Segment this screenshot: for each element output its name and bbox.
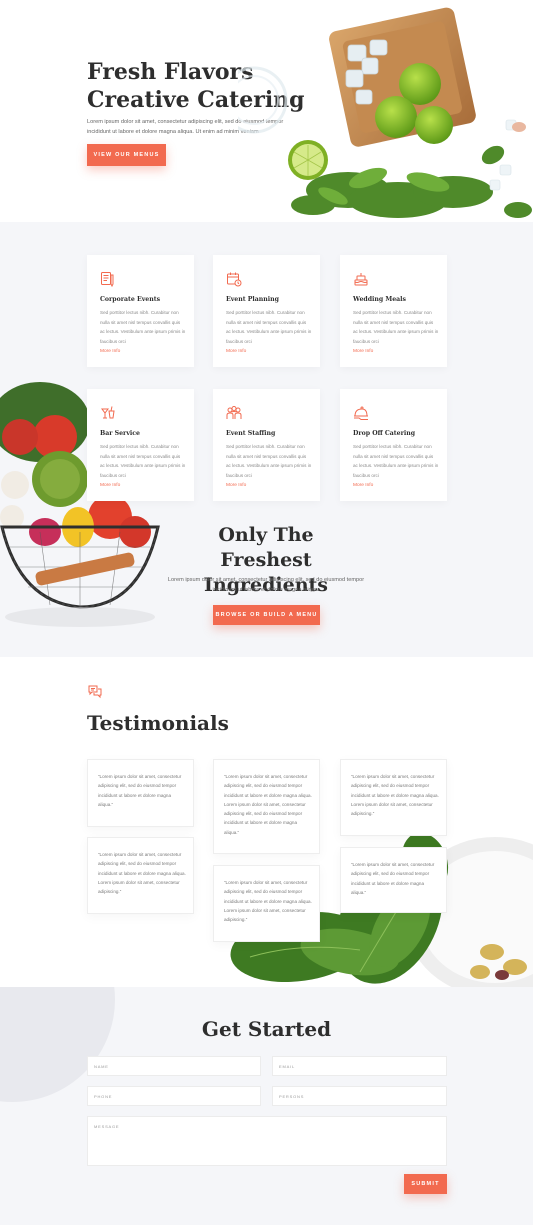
testimonial-card: “Lorem ipsum dolor sit amet, consectetur… [213, 865, 320, 942]
view-menus-button[interactable]: VIEW OUR MENUS [87, 144, 166, 166]
service-title: Drop Off Catering [353, 430, 416, 437]
name-placeholder: NAME [94, 1064, 109, 1069]
service-description: Sed porttitor lectus nibh. Curabitur non… [226, 444, 312, 478]
service-description: Sed porttitor lectus nibh. Curabitur non… [226, 310, 312, 344]
service-card-drop-off-catering: Drop Off Catering Sed porttitor lectus n… [340, 389, 447, 501]
phone-placeholder: PHONE [94, 1094, 113, 1099]
testimonial-quote: “Lorem ipsum dolor sit amet, consectetur… [351, 862, 435, 895]
message-field[interactable]: MESSAGE [87, 1116, 447, 1166]
service-title: Event Planning [226, 296, 279, 303]
document-pencil-icon [101, 272, 114, 287]
submit-button[interactable]: SUBMIT [404, 1174, 447, 1194]
decorative-circle [0, 987, 115, 1102]
testimonial-card: “Lorem ipsum dolor sit amet, consectetur… [213, 759, 320, 854]
staff-icon [226, 406, 242, 419]
cocktail-icon [101, 406, 115, 419]
service-card-event-planning: Event Planning Sed porttitor lectus nibh… [213, 255, 320, 367]
testimonial-card: “Lorem ipsum dolor sit amet, consectetur… [87, 837, 194, 914]
more-info-link[interactable]: More Info [353, 349, 373, 354]
persons-field[interactable]: PERSONS [272, 1086, 447, 1106]
hero-section: Fresh Flavors Creative Catering Lorem ip… [0, 0, 533, 222]
testimonial-card: “Lorem ipsum dolor sit amet, consectetur… [340, 759, 447, 836]
testimonials-section: Testimonials “Lorem ipsum dolor sit amet… [0, 657, 533, 987]
email-placeholder: EMAIL [279, 1064, 296, 1069]
testimonial-card: “Lorem ipsum dolor sit amet, consectetur… [340, 847, 447, 913]
service-title: Bar Service [100, 430, 140, 437]
service-card-corporate-events: Corporate Events Sed porttitor lectus ni… [87, 255, 194, 367]
service-card-wedding-meals: Wedding Meals Sed porttitor lectus nibh.… [340, 255, 447, 367]
testimonial-quote: “Lorem ipsum dolor sit amet, consectetur… [224, 880, 312, 923]
service-description: Sed porttitor lectus nibh. Curabitur non… [100, 444, 186, 478]
testimonial-quote: “Lorem ipsum dolor sit amet, consectetur… [351, 774, 439, 817]
more-info-link[interactable]: More Info [226, 483, 246, 488]
testimonials-heading: Testimonials [87, 711, 229, 735]
freshest-description: Lorem ipsum dolor sit amet, consectetur … [167, 577, 365, 593]
service-description: Sed porttitor lectus nibh. Curabitur non… [353, 310, 439, 344]
service-description: Sed porttitor lectus nibh. Curabitur non… [353, 444, 439, 478]
service-title: Event Staffing [226, 430, 276, 437]
get-started-section: Get Started NAME EMAIL PHONE PERSONS MES… [0, 987, 533, 1225]
testimonial-card: “Lorem ipsum dolor sit amet, consectetur… [87, 759, 194, 827]
get-started-heading: Get Started [201, 1017, 332, 1041]
email-field[interactable]: EMAIL [272, 1056, 447, 1076]
phone-field[interactable]: PHONE [87, 1086, 261, 1106]
more-info-link[interactable]: More Info [353, 483, 373, 488]
service-card-bar-service: Bar Service Sed porttitor lectus nibh. C… [87, 389, 194, 501]
service-title: Corporate Events [100, 296, 161, 303]
more-info-link[interactable]: More Info [100, 349, 120, 354]
more-info-link[interactable]: More Info [100, 483, 120, 488]
more-info-link[interactable]: More Info [226, 349, 246, 354]
service-card-event-staffing: Event Staffing Sed porttitor lectus nibh… [213, 389, 320, 501]
fresh-title-line1: Only The Freshest [218, 524, 314, 571]
name-field[interactable]: NAME [87, 1056, 261, 1076]
calendar-icon [227, 272, 242, 287]
service-title: Wedding Meals [353, 296, 406, 303]
cake-icon [354, 273, 368, 286]
message-placeholder: MESSAGE [94, 1124, 120, 1129]
hero-food-image [238, 7, 532, 218]
browse-menu-button[interactable]: BROWSE OR BUILD A MENU [213, 605, 320, 625]
testimonial-quote: “Lorem ipsum dolor sit amet, consectetur… [98, 852, 186, 895]
persons-placeholder: PERSONS [279, 1094, 305, 1099]
cloche-icon [354, 406, 368, 420]
service-description: Sed porttitor lectus nibh. Curabitur non… [100, 310, 186, 344]
testimonial-quote: “Lorem ipsum dolor sit amet, consectetur… [224, 774, 312, 835]
speech-bubbles-icon [88, 685, 102, 699]
testimonial-quote: “Lorem ipsum dolor sit amet, consectetur… [98, 774, 182, 807]
services-section: Corporate Events Sed porttitor lectus ni… [0, 222, 533, 657]
